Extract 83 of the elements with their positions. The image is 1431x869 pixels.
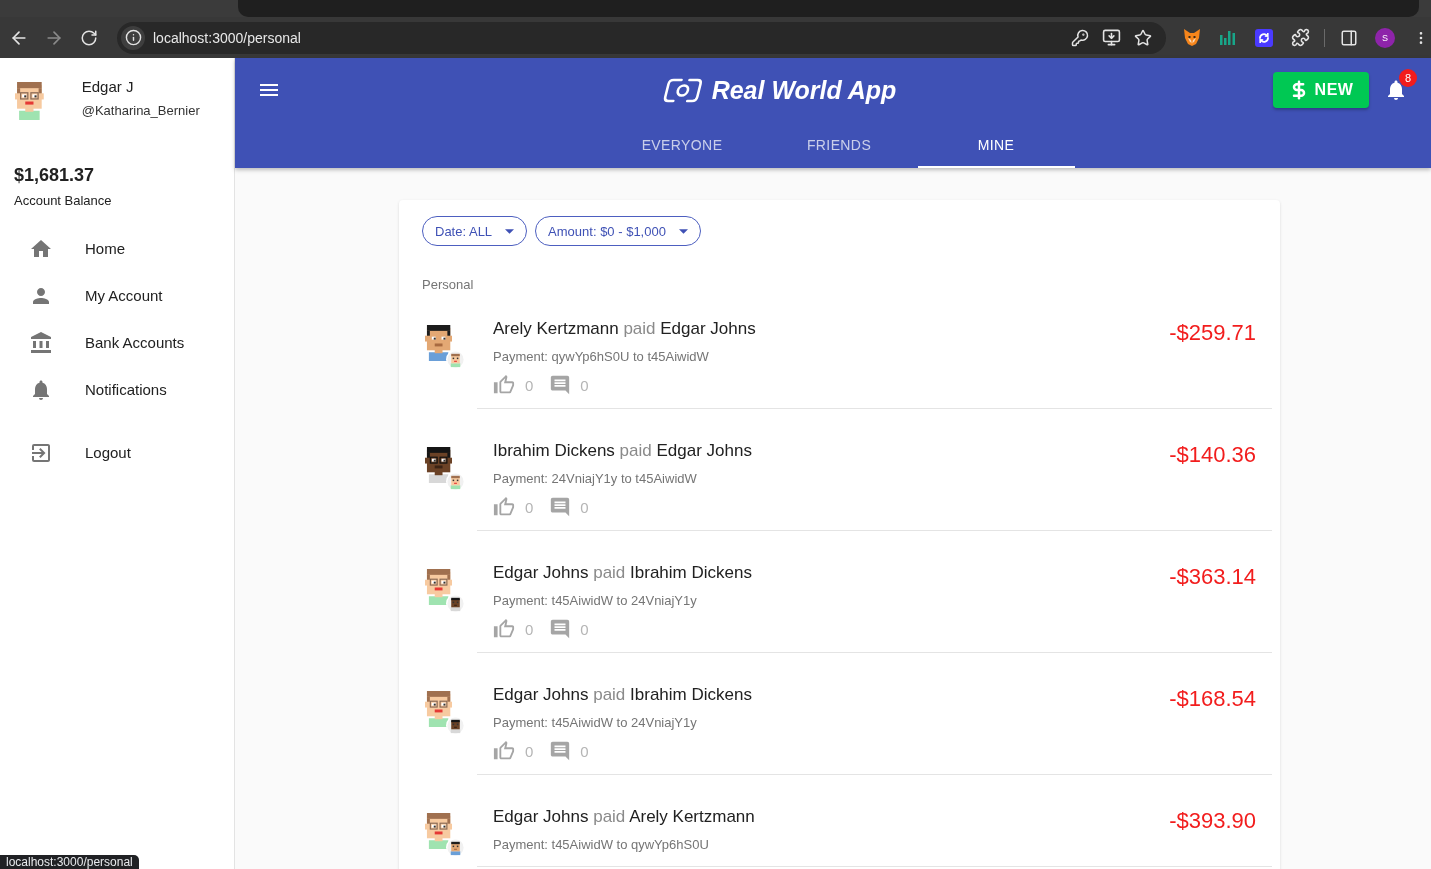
puzzle-icon: [1290, 28, 1310, 47]
fox-icon: [1183, 29, 1201, 46]
tab[interactable]: EVERYONE: [603, 122, 761, 168]
bookmark-button[interactable]: [1134, 27, 1152, 48]
logo-icon: [661, 77, 704, 103]
transaction-description: Payment: t45AiwidW to qywYp6hS0U: [493, 836, 710, 854]
transaction-amount: -$393.90: [1169, 807, 1256, 835]
password-button[interactable]: [1071, 27, 1089, 48]
thumbs-up-icon[interactable]: [493, 496, 515, 518]
avatar-icon: [425, 813, 453, 849]
account-balance-label: Account Balance: [14, 192, 113, 210]
user-avatar-icon: [15, 82, 44, 120]
sync-arrows-icon: [1255, 28, 1273, 47]
transaction-item[interactable]: Ibrahim Dickens paid Edgar Johns Payment: 24VniajY1y to t45AiwidW 0 0 -$140.36: [422, 416, 1272, 531]
avatar-icon: [425, 447, 453, 483]
thumbs-up-icon[interactable]: [493, 618, 515, 640]
comment-count: 0: [580, 620, 589, 638]
thumbs-up-icon[interactable]: [493, 374, 515, 396]
small-avatar-icon: [446, 594, 465, 613]
star-icon: [1134, 28, 1152, 47]
like-count: 0: [525, 620, 534, 638]
site-info-button[interactable]: [121, 25, 145, 50]
account-balance-amount: $1,681.37: [14, 164, 96, 187]
small-avatar-icon: [446, 350, 465, 369]
transaction-title: Edgar Johns paid Arely Kertzmann: [493, 806, 756, 828]
transaction-item[interactable]: Edgar Johns paid Ibrahim Dickens Payment: t45AiwidW to 24VniajY1y 0 0 -$363.14: [422, 538, 1272, 653]
transaction-title: Edgar Johns paid Ibrahim Dickens: [493, 562, 753, 584]
username: @Katharina_Bernier: [81, 102, 200, 120]
monitor-download-icon: [1102, 28, 1121, 47]
notifications-button[interactable]: 8: [1372, 66, 1420, 114]
user-name: Edgar J: [81, 77, 135, 97]
filter-dropdown[interactable]: Amount: $0 - $1,000: [535, 216, 701, 246]
nav-item[interactable]: Bank Accounts: [0, 319, 234, 366]
thumbs-up-icon[interactable]: [493, 740, 515, 762]
bars-icon: [1220, 30, 1236, 45]
notification-count-badge: 8: [1399, 69, 1417, 87]
transaction-amount: -$363.14: [1169, 563, 1256, 591]
filter-dropdown[interactable]: Date: ALL: [422, 216, 528, 246]
transaction-description: Payment: t45AiwidW to 24VniajY1y: [493, 592, 698, 610]
nav-item[interactable]: My Account: [0, 272, 234, 319]
avatar-icon: [425, 569, 453, 605]
comment-count: 0: [580, 498, 589, 516]
comment-count: 0: [580, 376, 589, 394]
bank-icon: [29, 330, 53, 355]
like-count: 0: [525, 742, 534, 760]
small-avatar-icon: [446, 716, 465, 735]
like-count: 0: [525, 376, 534, 394]
avatar-icon: [425, 691, 453, 727]
transaction-description: Payment: qywYp6hS0U to t45AiwidW: [493, 348, 710, 366]
info-icon: [124, 29, 142, 46]
nav-item[interactable]: Notifications: [0, 366, 234, 413]
nav-item[interactable]: Home: [0, 225, 234, 272]
transaction-amount: -$168.54: [1169, 685, 1256, 713]
comment-count: 0: [580, 742, 589, 760]
profile-button[interactable]: S: [1375, 27, 1395, 48]
transaction-amount: -$140.36: [1169, 441, 1256, 469]
transaction-description: Payment: 24VniajY1y to t45AiwidW: [493, 470, 698, 488]
nav-item[interactable]: Logout: [0, 429, 234, 476]
caret-icon: [505, 228, 515, 234]
avatar-icon: [425, 325, 453, 361]
status-url: localhost:3000/personal: [0, 855, 139, 869]
key-icon: [1071, 28, 1089, 47]
transaction-amount: -$259.71: [1169, 319, 1256, 347]
transaction-description: Payment: t45AiwidW to 24VniajY1y: [493, 714, 698, 732]
like-count: 0: [525, 498, 534, 516]
install-button[interactable]: [1102, 27, 1121, 48]
small-avatar-icon: [446, 838, 465, 857]
app-title: Real World App: [711, 75, 897, 105]
list-heading: Personal: [422, 276, 475, 294]
transaction-item[interactable]: Edgar Johns paid Arely Kertzmann Payment: t45AiwidW to qywYp6hS0U -$393.90: [422, 782, 1272, 867]
caret-icon: [678, 228, 688, 234]
transaction-item[interactable]: Edgar Johns paid Ibrahim Dickens Payment: t45AiwidW to 24VniajY1y 0 0 -$168.54: [422, 660, 1272, 775]
side-panel-icon: [1340, 28, 1358, 47]
transaction-title: Arely Kertzmann paid Edgar Johns: [493, 318, 757, 340]
tab[interactable]: FRIENDS: [760, 122, 918, 168]
transaction-title: Ibrahim Dickens paid Edgar Johns: [493, 440, 753, 462]
tab[interactable]: MINE: [917, 122, 1075, 168]
transaction-title: Edgar Johns paid Ibrahim Dickens: [493, 684, 753, 706]
reload-icon: [80, 28, 98, 47]
address-bar[interactable]: localhost:3000/personal: [117, 21, 1166, 54]
small-avatar-icon: [446, 472, 465, 491]
transaction-item[interactable]: Arely Kertzmann paid Edgar Johns Payment: qywYp6hS0U to t45AiwidW 0 0 -$259.71: [422, 294, 1272, 409]
url-text: localhost:3000/personal: [153, 29, 302, 46]
